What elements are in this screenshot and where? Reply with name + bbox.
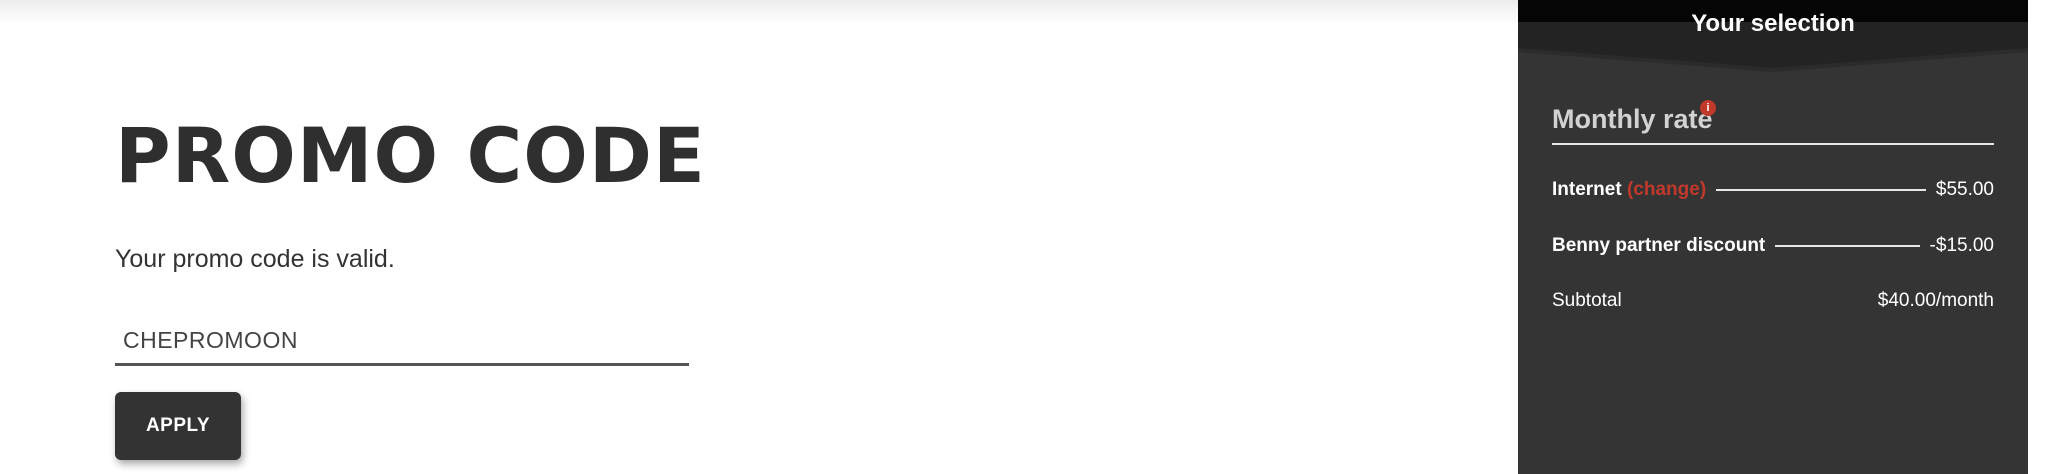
promo-valid-message: Your promo code is valid. bbox=[115, 245, 395, 273]
info-icon[interactable]: i bbox=[1700, 100, 1716, 116]
promo-code-input[interactable] bbox=[115, 318, 689, 366]
apply-button[interactable]: APPLY bbox=[115, 392, 241, 460]
internet-label: Internet bbox=[1552, 179, 1622, 200]
your-selection-title: Your selection bbox=[1691, 10, 1855, 37]
discount-value: -$15.00 bbox=[1919, 234, 1994, 258]
promo-code-heading: PROMO CODE bbox=[115, 111, 706, 200]
change-internet-link[interactable]: (change) bbox=[1627, 179, 1706, 200]
subtotal-value: $40.00/month bbox=[1867, 289, 1994, 313]
discount-label: Benny partner discount bbox=[1552, 234, 1776, 258]
monthly-rate-title: Monthly rate bbox=[1552, 104, 1713, 134]
promo-code-section: PROMO CODE Your promo code is valid. APP… bbox=[115, 0, 1115, 474]
monthly-rate-underline bbox=[1552, 143, 1994, 145]
your-selection-panel: Your selection Monthly rate Internet (ch… bbox=[1518, 0, 2028, 474]
internet-line-label: Internet (change) bbox=[1552, 178, 1717, 202]
subtotal-label: Subtotal bbox=[1552, 289, 1632, 313]
internet-price: $55.00 bbox=[1925, 178, 1994, 202]
